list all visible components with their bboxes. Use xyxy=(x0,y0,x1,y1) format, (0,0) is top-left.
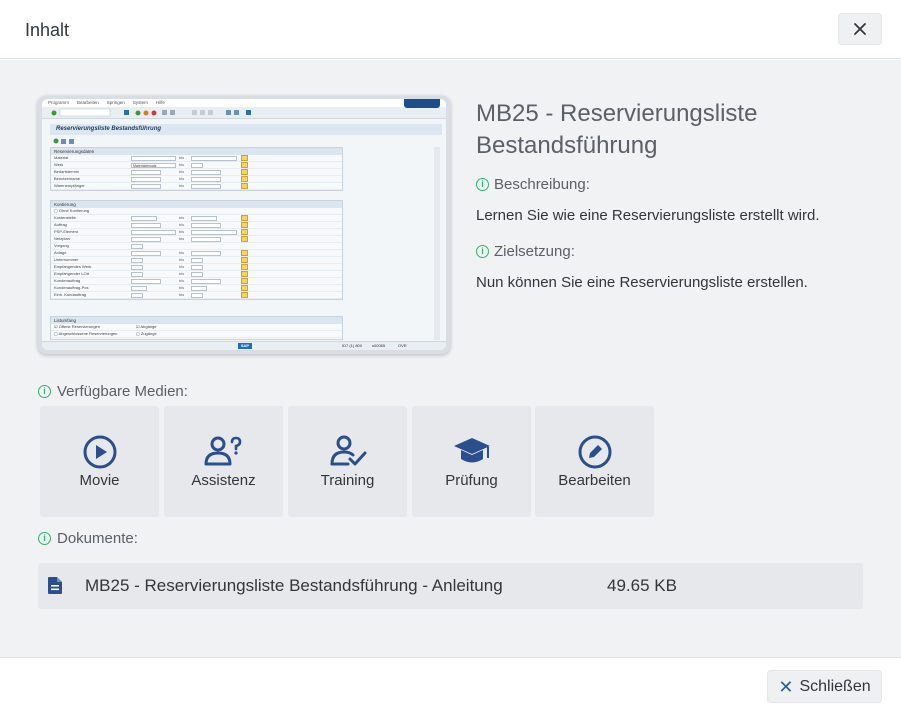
description-text: Lernen Sie wie eine Reservierungsliste e… xyxy=(476,207,820,224)
document-list-item[interactable]: MB25 - Reservierungsliste Bestandsführun… xyxy=(38,563,863,609)
preview-toolbar xyxy=(42,107,446,119)
media-label-training: Training xyxy=(320,472,375,489)
preview-group-title: Listumfang xyxy=(51,317,342,324)
preview-group-listumfang: Listumfang ☑ Offene Reservierungen ☑ Abgä… xyxy=(50,316,343,340)
preview-screen-title: Reservierungsliste Bestandsführung xyxy=(50,124,442,135)
media-label-row: i Verfügbare Medien: xyxy=(38,383,188,400)
preview-window-controls xyxy=(404,99,440,108)
preview-menubar: Programm Bearbeiten Springen System Hilf… xyxy=(42,99,446,107)
dialog-title: Inhalt xyxy=(25,20,70,40)
media-movie-button[interactable]: Movie xyxy=(40,406,159,517)
preview-menu-item: System xyxy=(132,100,148,105)
preview-status-mode: OVR xyxy=(398,343,407,348)
preview-thumbnail[interactable]: Programm Bearbeiten Springen System Hilf… xyxy=(38,96,450,354)
close-button[interactable]: ✕ Schließen xyxy=(767,670,882,703)
media-label-movie: Movie xyxy=(79,472,120,489)
goal-label-row: i Zielsetzung: xyxy=(476,243,575,260)
goal-label: Zielsetzung: xyxy=(494,243,575,260)
preview-icon-row xyxy=(50,136,442,146)
description-label-row: i Beschreibung: xyxy=(476,176,590,193)
preview-statusbar: SAP ID7 (1) 800 s00065 OVR xyxy=(42,341,446,350)
preview-row: ▢ Ohne Kontierung xyxy=(51,208,342,215)
documents-label-row: i Dokumente: xyxy=(38,530,138,547)
graduation-cap-icon xyxy=(453,438,490,463)
preview-menu-item: Springen xyxy=(106,100,125,105)
media-label-assistenz: Assistenz xyxy=(191,472,256,489)
preview-row: Werk Materialeinsatz bis xyxy=(51,162,342,169)
preview-row: Anlage bis xyxy=(51,250,342,257)
preview-group-title: Reservierungsdaten xyxy=(51,148,342,155)
preview-row: Unternummer bis xyxy=(51,257,342,264)
user-question-icon xyxy=(204,436,241,466)
preview-row: ▢ Abgeschlossene Reservierungen ▢ Zugänge xyxy=(51,331,342,338)
preview-scrollbar xyxy=(434,147,440,340)
preview-row: Einh. Kundauftrag bis xyxy=(51,292,342,299)
preview-group-kontierung: Kontierung ▢ Ohne Kontierung Kostenstell… xyxy=(50,200,343,300)
preview-row: Auftrag bis xyxy=(51,222,342,229)
preview-screen: Programm Bearbeiten Springen System Hilf… xyxy=(42,99,446,350)
preview-menu-item: Hilfe xyxy=(155,100,165,105)
document-size: 49.65 KB xyxy=(607,576,677,595)
preview-menu-item: Bearbeiten xyxy=(77,100,99,105)
media-label: Verfügbare Medien: xyxy=(57,383,188,400)
preview-menu-item: Programm xyxy=(48,100,70,105)
info-icon: i xyxy=(476,178,489,191)
preview-execute-icons xyxy=(53,138,74,144)
dialog-body: Programm Bearbeiten Springen System Hilf… xyxy=(0,60,901,657)
edit-pencil-icon xyxy=(578,435,611,469)
preview-row: PSP-Element bis xyxy=(51,229,342,236)
preview-row: Empfangender LOrt bis xyxy=(51,271,342,278)
preview-row: Warenempfänger bis xyxy=(51,183,342,190)
user-check-icon xyxy=(330,435,366,466)
dialog-footer: ✕ Schließen xyxy=(0,657,901,715)
content-title: MB25 - Reservierungsliste Bestandsführun… xyxy=(476,100,758,159)
preview-row: Kundenauftrag-Pos bis xyxy=(51,285,342,292)
preview-row: Netzplan bis xyxy=(51,236,342,243)
info-icon: i xyxy=(476,245,489,258)
info-icon: i xyxy=(38,532,51,545)
preview-row: Benutzername bis xyxy=(51,176,342,183)
sap-logo: SAP xyxy=(238,343,252,349)
preview-row: ☑ Offene Reservierungen ☑ Abgänge xyxy=(51,324,342,331)
document-icon xyxy=(48,577,62,594)
preview-row: Empfangendes Werk bis xyxy=(51,264,342,271)
media-assistenz-button[interactable]: Assistenz xyxy=(164,406,283,517)
preview-status-user: s00065 xyxy=(372,343,386,348)
preview-row: Bedarfstermin bis xyxy=(51,169,342,176)
preview-group-reservierungsdaten: Reservierungsdaten Material bis Werk Mater… xyxy=(50,147,343,191)
preview-row: Vorgang xyxy=(51,243,342,250)
content-dialog: Inhalt Programm Bearbeiten Springen Syst… xyxy=(0,0,901,715)
documents-label: Dokumente: xyxy=(57,530,138,547)
close-icon-button[interactable] xyxy=(838,13,882,45)
dialog-header: Inhalt xyxy=(0,0,901,59)
preview-row: Kostenstelle bis xyxy=(51,215,342,222)
document-name: MB25 - Reservierungsliste Bestandsführun… xyxy=(85,576,503,595)
preview-toolbar-icons xyxy=(51,108,251,117)
preview-row: Material bis xyxy=(51,155,342,162)
info-icon: i xyxy=(38,385,51,398)
media-bearbeiten-button[interactable]: Bearbeiten xyxy=(535,406,654,517)
close-icon: ✕ xyxy=(778,676,794,697)
goal-text: Nun können Sie eine Reservierungsliste e… xyxy=(476,274,808,291)
preview-group-title: Kontierung xyxy=(51,201,342,208)
close-icon xyxy=(854,23,866,35)
preview-row: Kundenauftrag bis xyxy=(51,278,342,285)
media-training-button[interactable]: Training xyxy=(288,406,407,517)
close-button-label: Schließen xyxy=(799,677,871,695)
media-label-pruefung: Prüfung xyxy=(445,472,498,489)
description-label: Beschreibung: xyxy=(494,176,590,193)
media-pruefung-button[interactable]: Prüfung xyxy=(412,406,531,517)
media-label-bearbeiten: Bearbeiten xyxy=(558,472,631,489)
play-circle-icon xyxy=(83,435,116,469)
preview-status-text: ID7 (1) 800 xyxy=(342,343,363,348)
